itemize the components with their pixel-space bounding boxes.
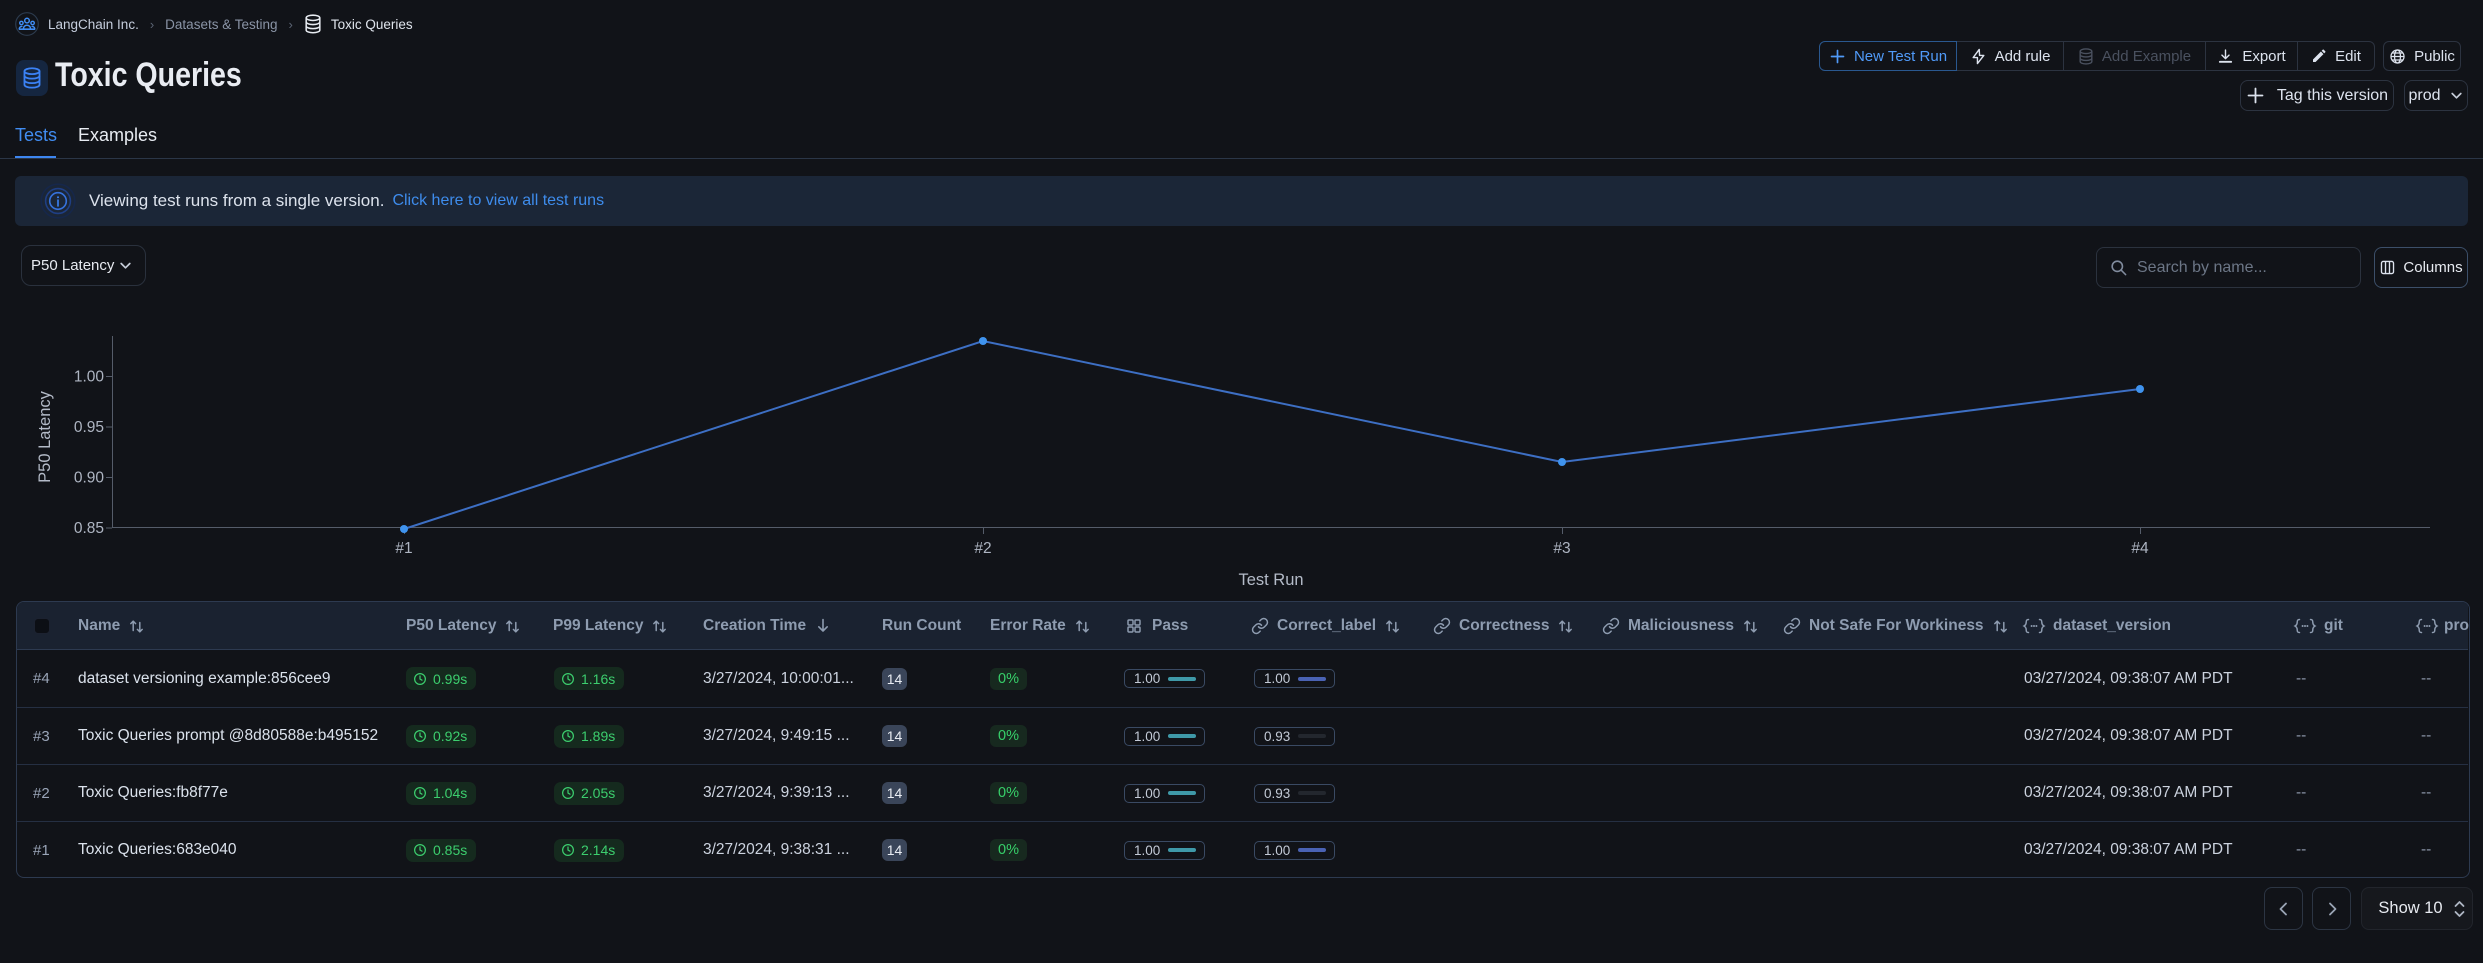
svg-text:#1: #1 [395, 540, 412, 557]
svg-text:#4: #4 [2131, 540, 2149, 557]
svg-text:P50 Latency: P50 Latency [36, 390, 54, 482]
svg-text:0.90: 0.90 [74, 470, 105, 487]
svg-text:1.00: 1.00 [74, 369, 105, 386]
svg-text:0.95: 0.95 [74, 419, 104, 436]
svg-text:#2: #2 [974, 540, 991, 557]
svg-text:#3: #3 [1553, 540, 1570, 557]
svg-text:0.85: 0.85 [74, 520, 104, 537]
svg-text:Test Run: Test Run [1238, 571, 1303, 589]
